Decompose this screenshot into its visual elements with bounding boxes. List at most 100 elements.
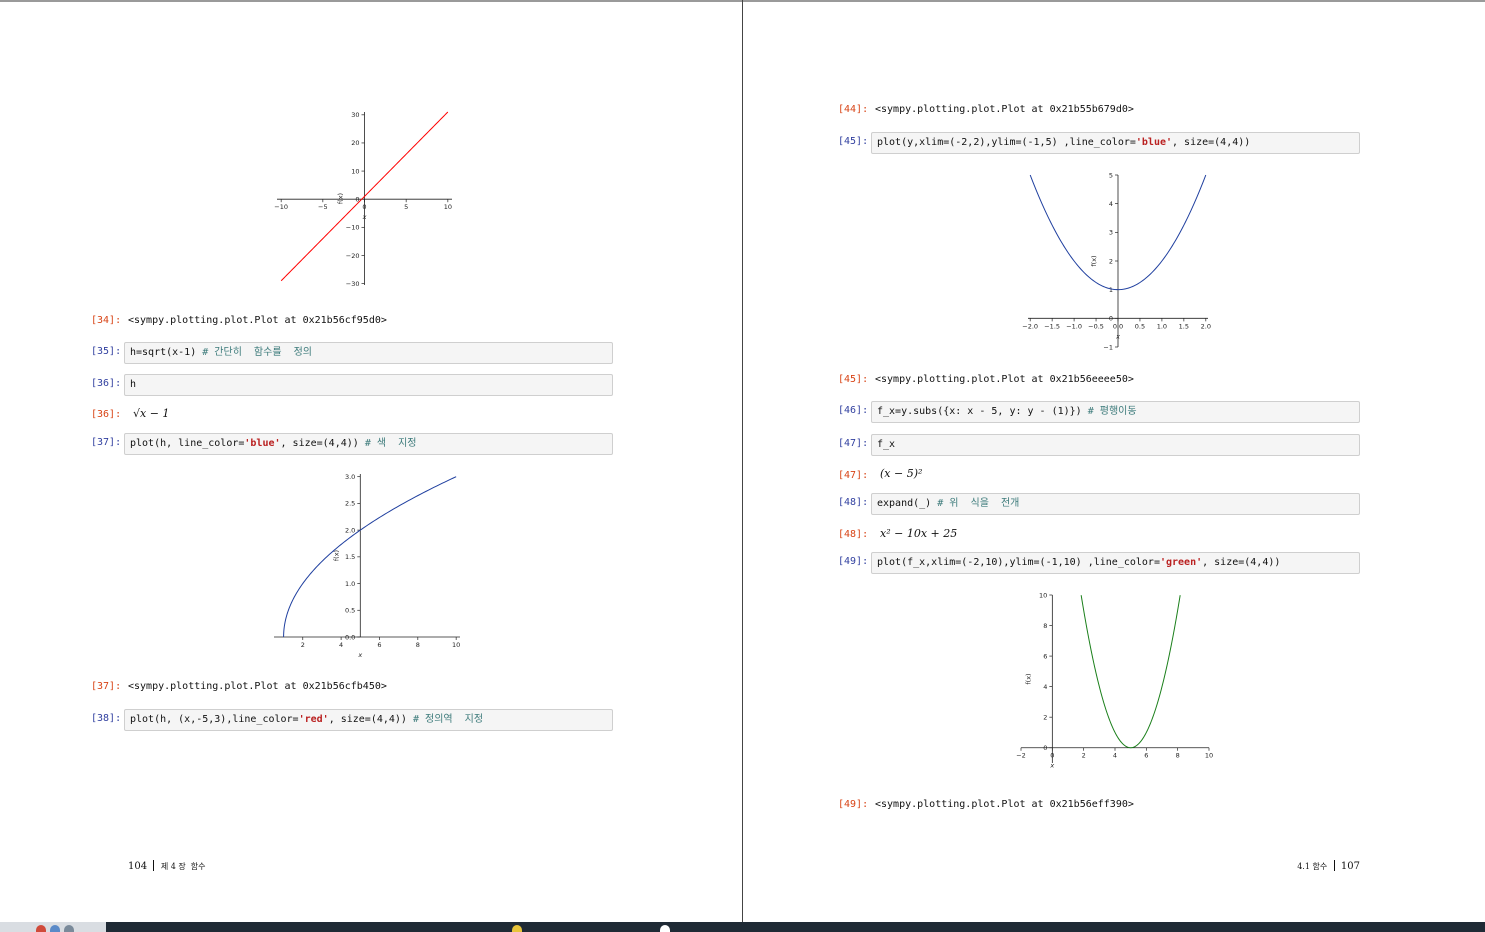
- code-cell-48[interactable]: expand(_) # 위 식을 전개: [871, 493, 1360, 515]
- output-36-math: √x − 1: [133, 407, 170, 420]
- y-tick-label: 10: [351, 167, 359, 175]
- series-line: [283, 476, 457, 638]
- y-tick-label: 0.5: [345, 607, 355, 615]
- taskbar-app-icon[interactable]: [512, 925, 522, 932]
- y-tick-label: 2.5: [345, 500, 355, 508]
- x-axis-label: x: [362, 213, 367, 221]
- footer-separator: [153, 860, 155, 871]
- out-prompt-36: [36]:: [91, 409, 122, 420]
- x-axis-label: x: [1049, 762, 1054, 770]
- x-tick-label: 10: [1205, 752, 1213, 760]
- output-44-text: <sympy.plotting.plot.Plot at 0x21b55b679…: [875, 104, 1134, 115]
- x-tick-label: 8: [416, 641, 420, 649]
- x-tick-label: 0: [1050, 752, 1054, 760]
- y-axis-label: f(x): [337, 193, 345, 204]
- taskbar: [0, 922, 1485, 932]
- x-axis-label: x: [357, 651, 362, 659]
- code-cell-36[interactable]: h: [124, 374, 613, 396]
- plot-linear-red: −10 −5 0 5 10−30−20−100102030xf(x): [274, 111, 452, 288]
- x-tick-label: 0: [362, 203, 366, 211]
- x-tick-label: 2.0: [1201, 322, 1211, 330]
- code-49a: plot(f_x,xlim=(-2,10),ylim=(-1,10) ,line…: [877, 557, 1160, 568]
- string-37: 'blue': [244, 438, 281, 449]
- y-tick-label: 3: [1109, 229, 1113, 237]
- right-page: [44]: <sympy.plotting.plot.Plot at 0x21b…: [743, 0, 1485, 922]
- out-prompt-49: [49]:: [838, 799, 869, 810]
- in-prompt-47: [47]:: [838, 438, 869, 449]
- in-prompt-35: [35]:: [91, 346, 122, 357]
- x-tick-label: 10: [444, 203, 452, 211]
- y-tick-label: −1: [1103, 343, 1113, 351]
- comment-37: # 색 지정: [364, 438, 417, 449]
- page-number-104: 104: [128, 861, 148, 872]
- taskbar-app-icon[interactable]: [50, 925, 60, 932]
- in-prompt-49: [49]:: [838, 556, 869, 567]
- y-tick-label: 0.0: [345, 633, 355, 641]
- y-tick-label: 2.0: [345, 526, 355, 534]
- plot-parabola-blue: −2.0 −1.5 −1.0 −0.5 0.0 0.5 1.0 1.5 2.0 −1 0 1 2 3 4 5 x…: [1022, 171, 1211, 351]
- string-49: 'green': [1159, 557, 1203, 568]
- right-footer: 4.1 함수 107: [1297, 860, 1360, 872]
- taskbar-app-icon[interactable]: [36, 925, 46, 932]
- x-tick-label: 1.0: [1157, 322, 1167, 330]
- x-tick-label: 6: [1144, 752, 1148, 760]
- in-prompt-45: [45]:: [838, 136, 869, 147]
- code-cell-37[interactable]: plot(h, line_color='blue', size=(4,4)) #…: [124, 433, 613, 455]
- code-38b: , size=(4,4)): [328, 714, 413, 725]
- x-tick-label: −2.0: [1022, 322, 1038, 330]
- y-tick-label: 1.0: [345, 580, 355, 588]
- x-tick-label: 2: [1082, 752, 1086, 760]
- code-cell-35[interactable]: h=sqrt(x-1) # 간단히 함수를 정의: [124, 342, 613, 364]
- footer-separator: [1333, 860, 1335, 871]
- in-prompt-37: [37]:: [91, 437, 122, 448]
- x-tick-label: 5: [404, 203, 408, 211]
- y-tick-label: 5: [1109, 171, 1113, 179]
- code-cell-49[interactable]: plot(f_x,xlim=(-2,10),ylim=(-1,10) ,line…: [871, 552, 1360, 574]
- plot-shifted-green: −2 0 2 4 6 8 10 0 2 4 6 8 10 x f(x): [1016, 591, 1213, 770]
- code-cell-38[interactable]: plot(h, (x,-5,3),line_color='red', size=…: [124, 709, 613, 731]
- comment-46: # 평행이동: [1087, 406, 1137, 417]
- plot-sqrt-blue: 2 4 6 8 10 0.0 0.5 1.0 1.5 2.0 2.5 3.0 x f(x): [274, 473, 460, 659]
- y-axis-label: f(x): [332, 550, 340, 561]
- x-tick-label: −5: [318, 203, 328, 211]
- x-tick-label: 0.0: [1113, 322, 1123, 330]
- x-tick-label: 0.5: [1135, 322, 1145, 330]
- page-number-107: 107: [1340, 861, 1360, 872]
- code-cell-46[interactable]: f_x=y.subs({x: x - 5, y: y - (1)}) # 평행이…: [871, 401, 1360, 423]
- y-tick-label: 3.0: [345, 473, 355, 481]
- output-45-text: <sympy.plotting.plot.Plot at 0x21b56eeee…: [875, 374, 1134, 385]
- y-tick-label: 1.5: [345, 553, 355, 561]
- taskbar-app-icon[interactable]: [660, 925, 670, 932]
- y-tick-label: −10: [346, 224, 360, 232]
- code-cell-47[interactable]: f_x: [871, 434, 1360, 456]
- string-45: 'blue': [1135, 137, 1173, 148]
- x-tick-label: 10: [452, 641, 460, 649]
- code-45a: plot(y,xlim=(-2,2),ylim=(-1,5) ,line_col…: [877, 137, 1136, 148]
- comment-35: # 간단히 함수를 정의: [202, 347, 312, 358]
- string-38: 'red': [298, 714, 329, 725]
- output-47-math: (x − 5)²: [880, 467, 923, 480]
- taskbar-app-icon[interactable]: [64, 925, 74, 932]
- x-tick-label: 4: [339, 641, 343, 649]
- y-tick-label: 4: [1109, 200, 1113, 208]
- y-tick-label: 30: [351, 111, 359, 119]
- y-tick-label: −30: [346, 280, 360, 288]
- y-tick-label: 4: [1043, 683, 1047, 691]
- y-tick-label: 20: [351, 139, 359, 147]
- x-tick-label: 1.5: [1179, 322, 1189, 330]
- y-tick-label: 2: [1043, 713, 1047, 721]
- y-axis-label: f(x): [1024, 673, 1032, 684]
- code-49b: , size=(4,4)): [1202, 557, 1281, 568]
- y-axis-label: f(x): [1090, 255, 1098, 266]
- y-tick-label: 0: [1109, 315, 1113, 323]
- comment-38: # 정의역 지정: [412, 714, 484, 725]
- out-prompt-37: [37]:: [91, 681, 122, 692]
- chapter-title: 제 4 장 함수: [160, 862, 206, 871]
- code-37a: plot(h, line_color=: [130, 438, 245, 449]
- code-35: h=sqrt(x-1): [130, 347, 203, 358]
- x-tick-label: 6: [377, 641, 381, 649]
- code-38a: plot(h, (x,-5,3),line_color=: [130, 714, 299, 725]
- code-cell-45[interactable]: plot(y,xlim=(-2,2),ylim=(-1,5) ,line_col…: [871, 132, 1360, 154]
- output-37-text: <sympy.plotting.plot.Plot at 0x21b56cfb4…: [128, 681, 387, 692]
- in-prompt-36: [36]:: [91, 378, 122, 389]
